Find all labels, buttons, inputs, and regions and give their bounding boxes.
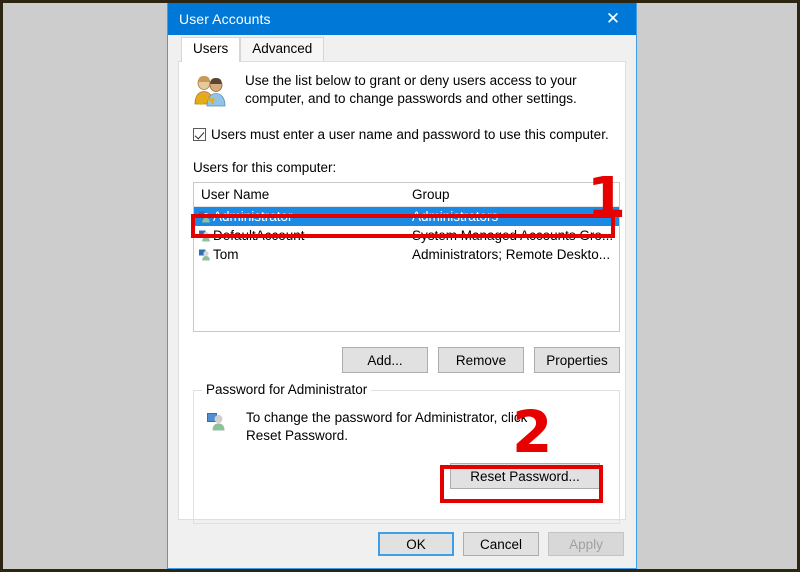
- cell-user-name: Tom: [194, 247, 405, 262]
- list-action-buttons: Add... Remove Properties: [193, 347, 620, 373]
- cell-user-name: DefaultAccount: [194, 228, 405, 243]
- users-key-icon: [191, 74, 229, 108]
- password-group-title: Password for Administrator: [202, 382, 372, 397]
- cell-group: System Managed Accounts Gro...: [412, 228, 614, 243]
- title-bar: User Accounts ✕: [168, 3, 636, 35]
- properties-button[interactable]: Properties: [534, 347, 620, 373]
- single-user-icon: [206, 411, 226, 431]
- table-row[interactable]: DefaultAccount System Managed Accounts G…: [194, 226, 619, 245]
- column-header-user-name[interactable]: User Name: [194, 187, 405, 202]
- intro-section: Use the list below to grant or deny user…: [191, 72, 611, 108]
- user-icon: [198, 248, 211, 261]
- password-description-row: To change the password for Administrator…: [206, 409, 609, 445]
- window-title: User Accounts: [179, 11, 271, 27]
- cell-user-name-text: Administrator: [213, 209, 293, 224]
- close-icon[interactable]: ✕: [590, 3, 636, 35]
- password-description: To change the password for Administrator…: [246, 410, 528, 443]
- cell-group: Administrators; Remote Deskto...: [412, 247, 611, 262]
- user-accounts-dialog: User Accounts ✕ Users Advanced Use the l…: [167, 3, 637, 569]
- users-list[interactable]: User Name Group Administrator Administra…: [193, 182, 620, 332]
- table-row[interactable]: Administrator Administrators: [194, 207, 619, 226]
- password-group-box: Password for Administrator To change the…: [193, 382, 620, 524]
- cancel-button[interactable]: Cancel: [463, 532, 539, 556]
- tab-users[interactable]: Users: [181, 37, 241, 62]
- checkbox-checked-icon[interactable]: [193, 128, 206, 141]
- apply-button: Apply: [548, 532, 624, 556]
- user-icon: [198, 229, 211, 242]
- intro-text: Use the list below to grant or deny user…: [245, 73, 577, 106]
- users-list-header: User Name Group: [194, 183, 619, 207]
- reset-password-button[interactable]: Reset Password...: [450, 463, 600, 489]
- cell-user-name: Administrator: [194, 209, 405, 224]
- cell-group: Administrators: [412, 209, 499, 224]
- ok-button[interactable]: OK: [378, 532, 454, 556]
- tab-strip: Users Advanced: [168, 35, 636, 62]
- user-icon: [198, 210, 211, 223]
- cell-user-name-text: Tom: [213, 247, 239, 262]
- remove-button[interactable]: Remove: [438, 347, 524, 373]
- screenshot-canvas: User Accounts ✕ Users Advanced Use the l…: [0, 0, 800, 572]
- cell-user-name-text: DefaultAccount: [213, 228, 305, 243]
- users-tab-page: Use the list below to grant or deny user…: [178, 61, 626, 524]
- add-button[interactable]: Add...: [342, 347, 428, 373]
- dialog-footer: OK Cancel Apply: [168, 520, 636, 568]
- require-login-checkbox-row[interactable]: Users must enter a user name and passwor…: [193, 127, 609, 142]
- column-header-group[interactable]: Group: [405, 187, 619, 202]
- require-login-checkbox-label: Users must enter a user name and passwor…: [211, 127, 609, 142]
- tab-advanced[interactable]: Advanced: [240, 37, 325, 61]
- table-row[interactable]: Tom Administrators; Remote Deskto...: [194, 245, 619, 264]
- users-list-caption: Users for this computer:: [193, 160, 337, 175]
